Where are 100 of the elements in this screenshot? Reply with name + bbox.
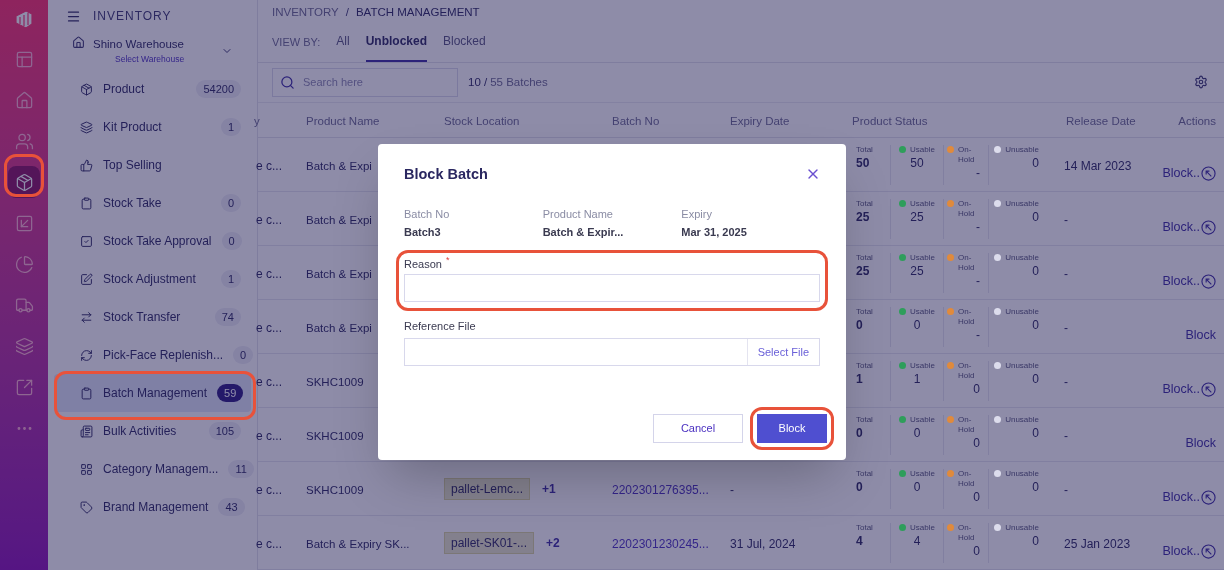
detail-value: Batch3 — [404, 225, 442, 241]
count-badge: 59 — [217, 383, 244, 403]
sidebar-item[interactable]: Pick-Face Replenish... 0 — [54, 336, 251, 374]
status-value: 0 — [856, 424, 864, 441]
count-badge: 0 — [233, 345, 254, 365]
status-value: 0 — [1032, 208, 1039, 225]
count-badge: 11 — [228, 459, 254, 479]
status-label: Usable — [910, 198, 935, 209]
sidebar-item[interactable]: Top Selling — [54, 146, 251, 184]
location-tag: pallet-SK01-... — [444, 531, 535, 554]
sidebar-title: INVENTORY — [93, 8, 172, 25]
status-label: Unusable — [1005, 198, 1039, 209]
column-header: Batch No — [612, 114, 660, 127]
status-label: On-Hold — [958, 144, 976, 165]
sidebar-item[interactable]: Bulk Activities 105 — [54, 412, 251, 450]
product-name: SKHC1009 — [306, 375, 364, 388]
status-label: Unusable — [1005, 414, 1039, 425]
release-date: 25 Jan 2023 — [1064, 536, 1131, 551]
warehouse-hint: Select Warehouse — [115, 53, 185, 66]
column-header: y — [254, 114, 260, 127]
block-link[interactable]: Block.. — [1162, 164, 1216, 183]
search-icon — [280, 74, 295, 90]
sidebar-item[interactable]: Kit Product 1 — [54, 108, 251, 146]
product-name: Batch & Expi — [306, 267, 372, 280]
detail-label: Product Name — [542, 206, 614, 222]
batch-link[interactable]: 2202301230245... — [612, 536, 709, 551]
status-value: 0 — [1032, 316, 1039, 333]
sidebar-item[interactable]: Stock Take 0 — [54, 184, 251, 222]
table-cell: e c... — [256, 158, 282, 173]
more-count[interactable]: +2 — [546, 533, 560, 552]
release-date: 14 Mar 2023 — [1064, 158, 1132, 173]
sidebar-item[interactable]: Stock Adjustment 1 — [54, 260, 251, 298]
table-cell: e c... — [256, 266, 282, 281]
status-value: 50 — [856, 154, 871, 171]
status-value: 25 — [910, 262, 924, 279]
count-badge: 43 — [218, 497, 245, 517]
detail-label: Batch No — [404, 206, 451, 222]
block-button[interactable]: Block — [757, 414, 827, 443]
list-card-icon — [80, 424, 93, 438]
reason-input[interactable] — [404, 274, 820, 303]
status-value: 0 — [913, 478, 921, 495]
more-count[interactable]: +1 — [542, 479, 556, 498]
status-value: 25 — [856, 262, 871, 279]
warehouse-name: Shino Warehouse — [93, 37, 184, 52]
block-link[interactable]: Block.. — [1162, 380, 1216, 399]
batch-count: 10 / — [468, 74, 488, 90]
file-field[interactable]: Select File — [404, 337, 820, 366]
status-value: 0 — [1032, 154, 1039, 171]
select-file-button[interactable]: Select File — [746, 338, 819, 365]
status-label: Total — [856, 144, 873, 155]
sidebar-item[interactable]: Product 54200 — [54, 70, 251, 108]
status-value: - — [976, 272, 980, 289]
settings-icon[interactable] — [1194, 75, 1208, 90]
release-date: - — [1064, 374, 1068, 389]
view-tab[interactable]: All — [336, 32, 350, 63]
clipboard-icon — [80, 386, 93, 400]
refresh-icon — [80, 348, 93, 362]
arrows-icon — [80, 310, 93, 324]
menu-icon[interactable] — [66, 8, 81, 24]
view-tab[interactable]: Unblocked — [365, 32, 427, 63]
column-header: Product Name — [306, 114, 380, 127]
block-link[interactable]: Block — [1185, 326, 1216, 345]
batch-link[interactable]: 2202301276395... — [612, 482, 709, 497]
sidebar-item[interactable]: Category Managem... 11 — [54, 450, 251, 488]
block-link[interactable]: Block.. — [1162, 488, 1216, 507]
sidebar-item[interactable]: Stock Take Approval 0 — [54, 222, 251, 260]
status-label: Total — [856, 252, 873, 263]
breadcrumb-link[interactable]: INVENTORY — [272, 4, 339, 22]
status-label: Unusable — [1005, 144, 1039, 155]
status-value: 0 — [856, 478, 864, 495]
status-value: - — [976, 326, 980, 343]
block-link[interactable]: Block.. — [1162, 218, 1216, 237]
block-link[interactable]: Block — [1185, 434, 1216, 453]
sidebar-item[interactable]: Stock Transfer 74 — [54, 298, 251, 336]
cancel-button[interactable]: Cancel — [653, 414, 743, 443]
sidebar-item[interactable]: Brand Management 43 — [54, 488, 251, 526]
status-label: Unusable — [1005, 360, 1039, 371]
warehouse-selector[interactable]: Shino Warehouse Select Warehouse — [48, 32, 257, 70]
table-cell: e c... — [256, 212, 282, 227]
status-label: On-Hold — [958, 198, 976, 219]
release-date: - — [1064, 212, 1068, 227]
thumbs-up-icon — [80, 158, 93, 172]
block-link[interactable]: Block.. — [1162, 272, 1216, 291]
table-cell: e c... — [256, 482, 282, 497]
product-name: Batch & Expi — [306, 321, 372, 334]
view-tab[interactable]: Blocked — [443, 32, 486, 63]
status-label: Usable — [910, 252, 935, 263]
dialog-title: Block Batch — [404, 165, 488, 184]
grid-icon — [80, 462, 93, 476]
search-field[interactable]: Search here — [272, 67, 458, 97]
breadcrumb-current: BATCH MANAGEMENT — [355, 5, 480, 21]
field-label: Reference File — [404, 319, 477, 335]
field-label: Reason — [404, 256, 442, 272]
box-icon[interactable] — [8, 166, 40, 198]
clipboard-icon — [80, 196, 93, 210]
status-label: Total — [856, 360, 873, 371]
block-link[interactable]: Block.. — [1162, 542, 1216, 561]
warehouse-icon — [72, 36, 85, 49]
sidebar-item[interactable]: Batch Management 59 — [54, 374, 251, 412]
count-badge: 1 — [220, 117, 241, 137]
